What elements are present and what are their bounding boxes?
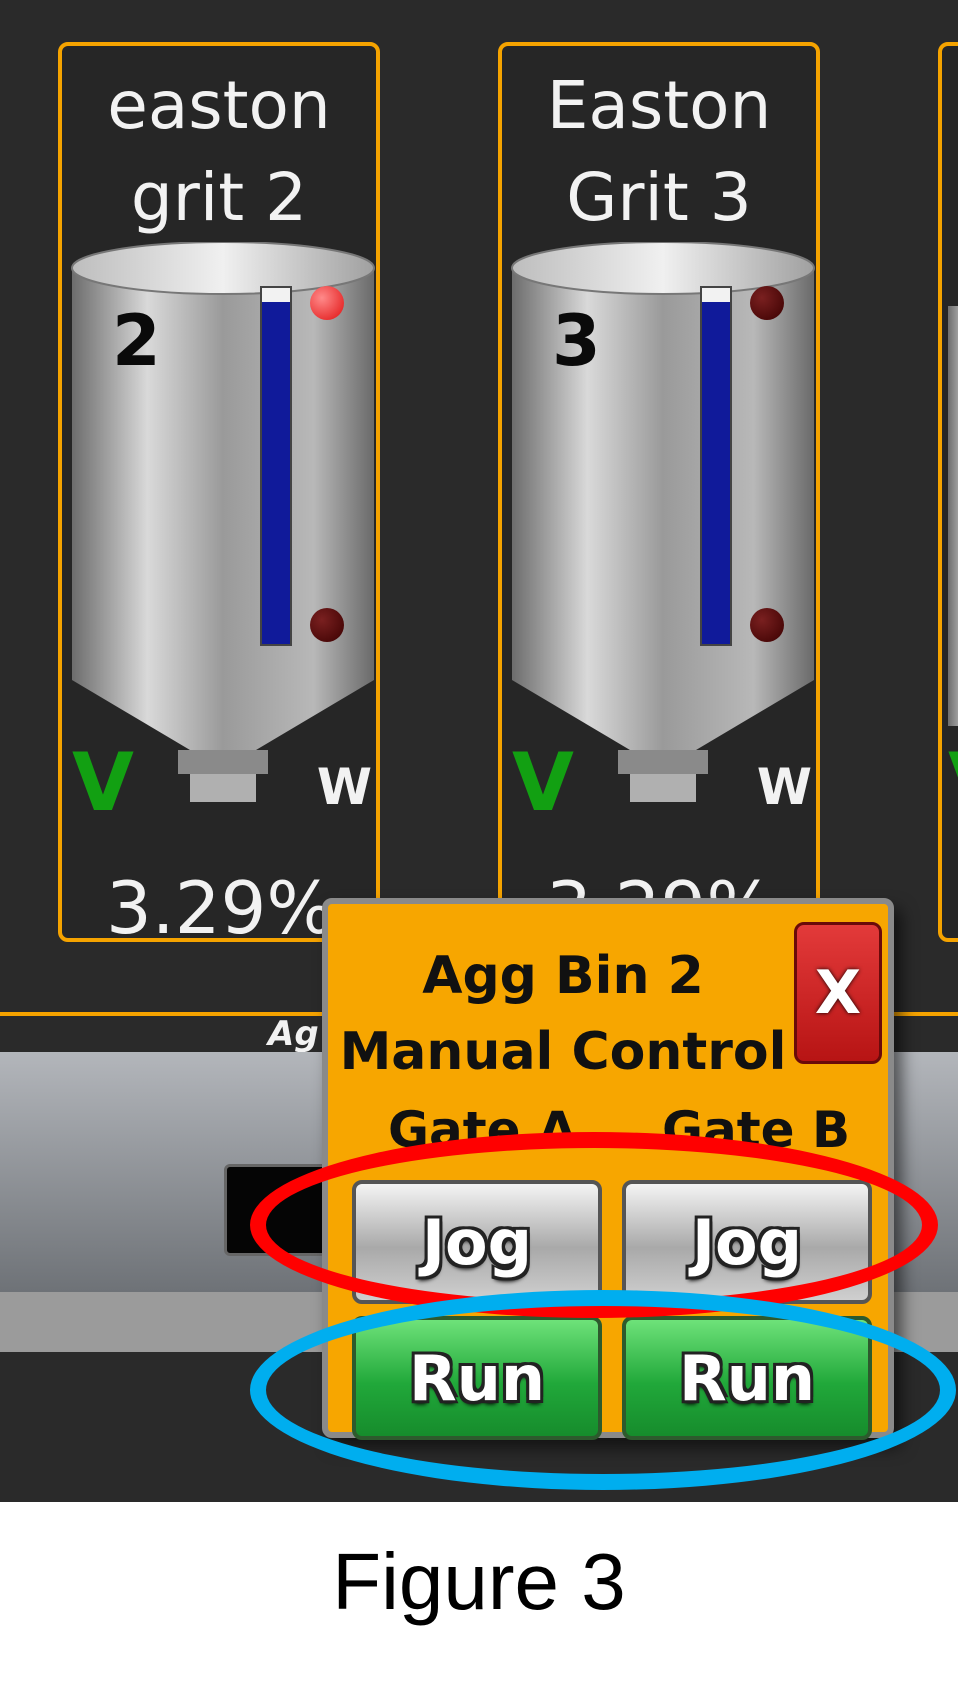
level-gauge (260, 286, 292, 646)
bin-title: Easton Grit 3 (502, 60, 816, 244)
jog-gate-b-button[interactable]: Jog (622, 1180, 872, 1304)
w-indicator: W (316, 758, 372, 816)
level-gauge (700, 286, 732, 646)
bin-title-line2: Grit 3 (566, 159, 752, 236)
bin-title-line1: Easton (546, 67, 772, 144)
v-indicator: V (948, 736, 958, 829)
manual-control-dialog: Agg Bin 2 Manual Control X Gate A Gate B… (322, 898, 894, 1440)
gate-a-label: Gate A (388, 1101, 577, 1159)
figure-caption: Figure 3 (332, 1537, 626, 1626)
bin-title-line1: easton (107, 67, 331, 144)
partial-tank (948, 306, 958, 726)
hmi-screen: easton grit 2 2 V W 3.29% Easton Grit 3 … (0, 0, 958, 1502)
dialog-title-line2: Manual Control (339, 1022, 787, 1082)
bin-card-partial[interactable]: V (938, 42, 958, 942)
bin-number: 3 (552, 300, 601, 382)
bin-percent: 3.29% (106, 866, 335, 950)
run-gate-a-button[interactable]: Run (352, 1316, 602, 1440)
bin-title-line2: grit 2 (130, 159, 308, 236)
gate-b-label: Gate B (662, 1101, 851, 1159)
v-indicator: V (512, 736, 574, 829)
bin-number: 2 (112, 300, 161, 382)
low-level-indicator (750, 608, 784, 642)
bin-card-grit-3[interactable]: Easton Grit 3 3 V W 3.29% (498, 42, 820, 948)
bin-card-grit-2[interactable]: easton grit 2 2 V W 3.29% (58, 42, 380, 948)
bin-title: easton grit 2 (62, 60, 376, 244)
high-level-indicator (310, 286, 344, 320)
run-gate-b-button[interactable]: Run (622, 1316, 872, 1440)
level-gauge-fill (702, 302, 730, 644)
high-level-indicator (750, 286, 784, 320)
w-indicator: W (756, 758, 812, 816)
bottom-label-fragment: Ag (268, 1014, 319, 1054)
close-button[interactable]: X (794, 922, 882, 1064)
v-indicator: V (72, 736, 134, 829)
dialog-title-line1: Agg Bin 2 (422, 946, 704, 1006)
level-gauge-fill (262, 302, 290, 644)
jog-gate-a-button[interactable]: Jog (352, 1180, 602, 1304)
low-level-indicator (310, 608, 344, 642)
